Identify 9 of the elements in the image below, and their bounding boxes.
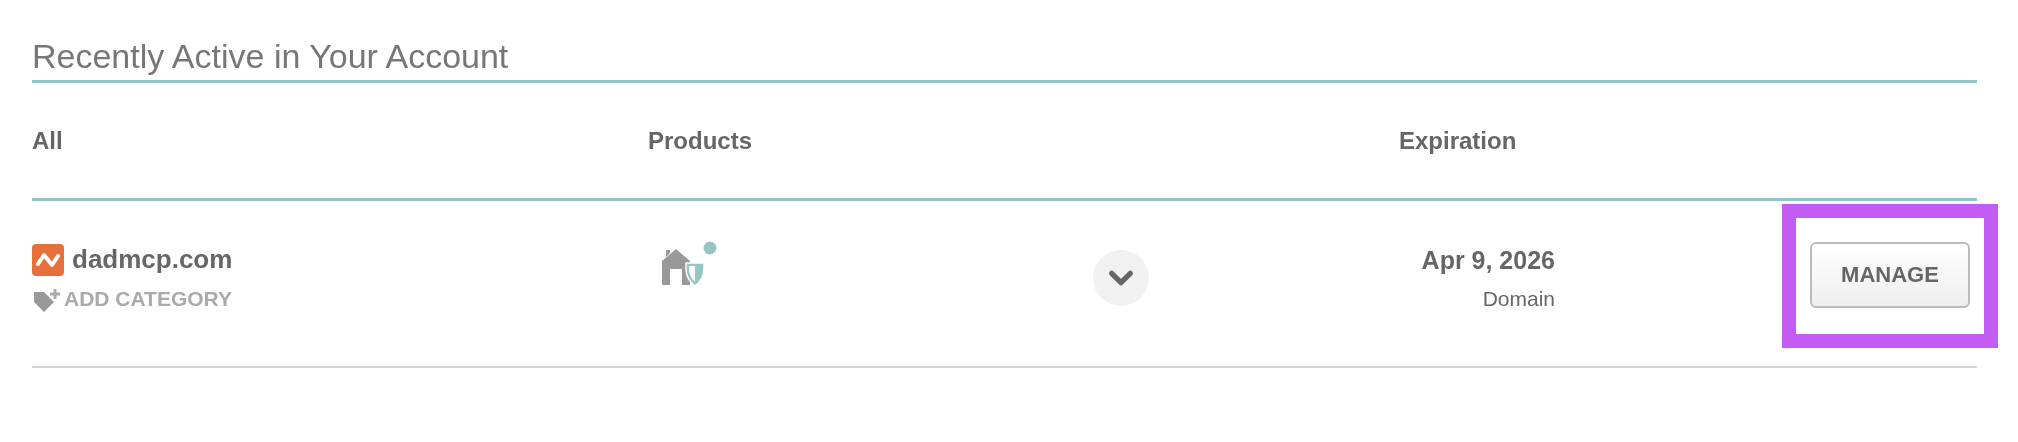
product-type: Domain: [1482, 287, 1555, 311]
logo-icon: [32, 243, 64, 276]
section-title: Recently Active in Your Account: [32, 36, 510, 77]
column-header: All: [32, 126, 64, 155]
expiration-date: Apr 9, 2026: [1421, 246, 1555, 275]
domain-link[interactable]: dadmcp.com: [72, 244, 233, 275]
column-header: Expiration: [1399, 126, 1518, 155]
manage-button[interactable]: MANAGE: [1810, 242, 1970, 308]
column-header: Products: [648, 126, 753, 155]
